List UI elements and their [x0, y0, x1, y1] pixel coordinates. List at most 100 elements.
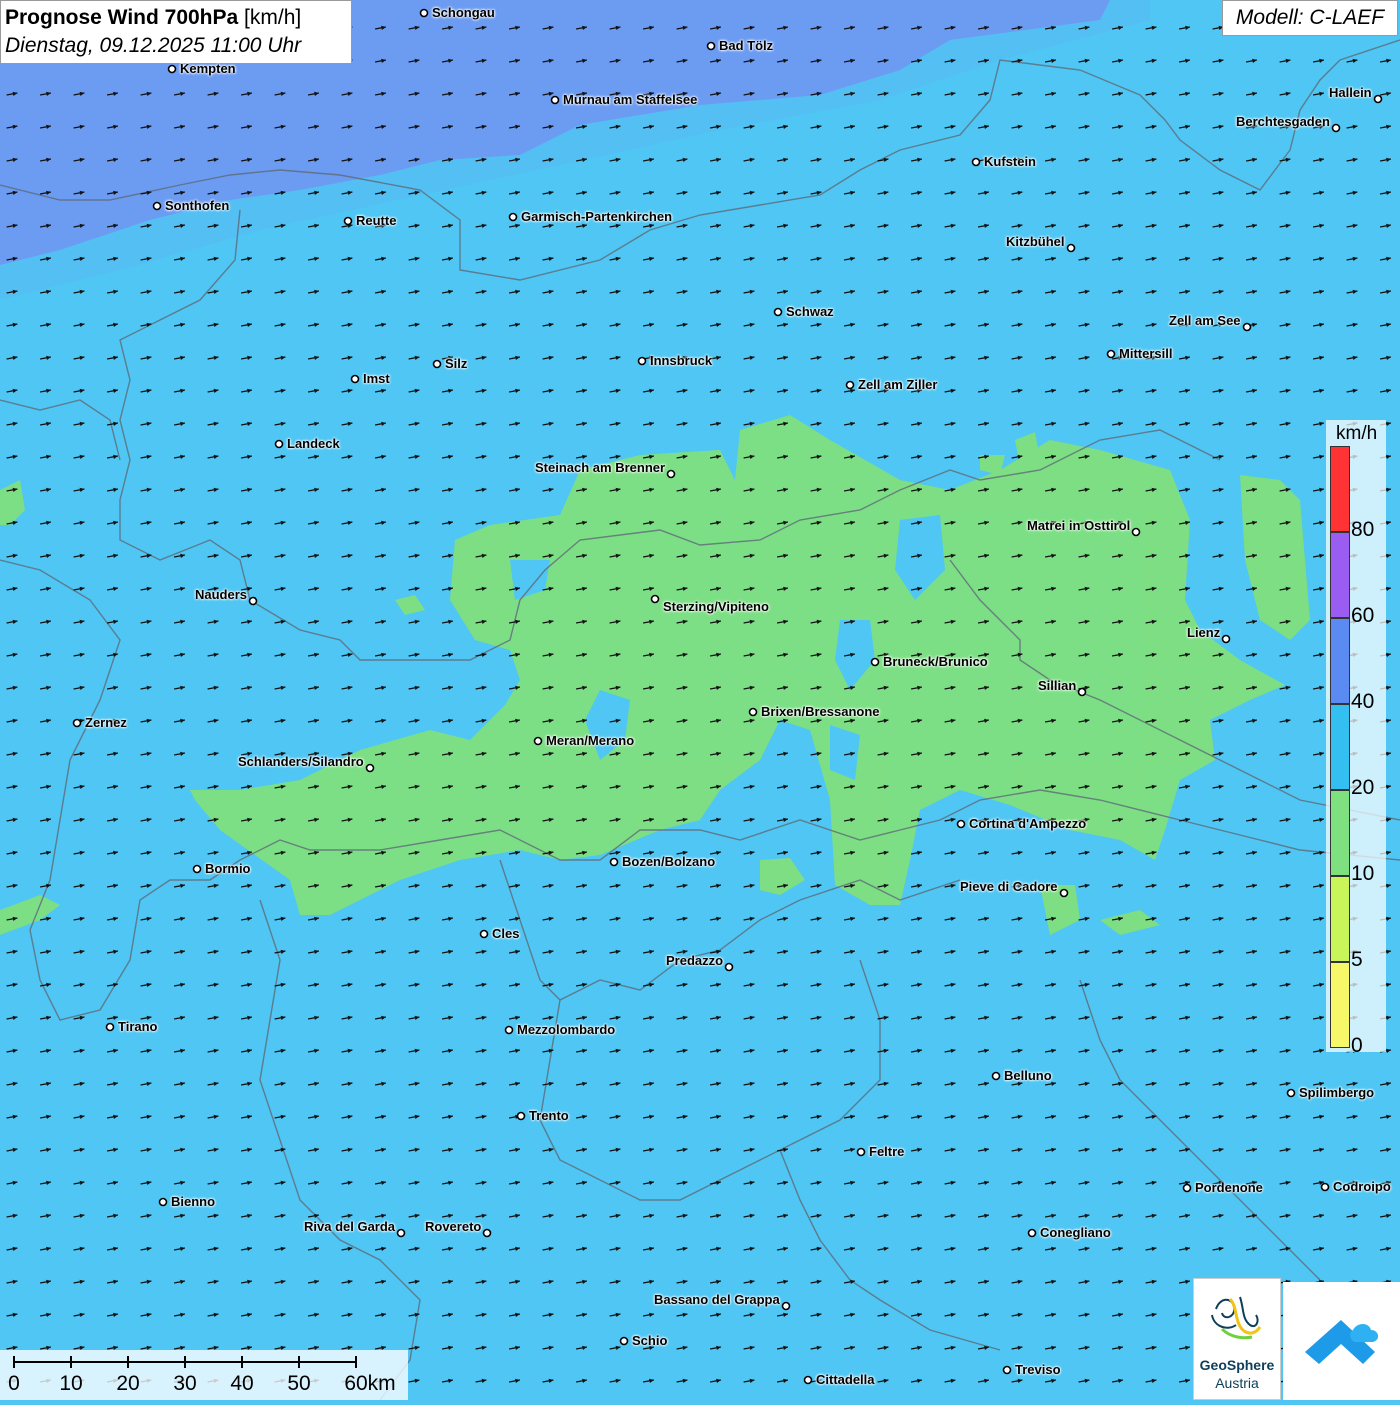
city-label[interactable]: Murnau am Staffelsee [563, 93, 697, 107]
city-label[interactable]: Silz [445, 357, 467, 371]
city-marker[interactable] [343, 216, 353, 226]
city-marker[interactable] [748, 707, 758, 717]
city-label[interactable]: Spilimbergo [1299, 1086, 1374, 1100]
city-label[interactable]: Tirano [118, 1020, 158, 1034]
city-marker[interactable] [479, 929, 489, 939]
city-marker[interactable] [956, 819, 966, 829]
city-marker[interactable] [419, 8, 429, 18]
city-marker[interactable] [773, 307, 783, 317]
city-marker[interactable] [1320, 1182, 1330, 1192]
city-label[interactable]: Garmisch-Partenkirchen [521, 210, 672, 224]
city-marker[interactable] [845, 380, 855, 390]
city-label[interactable]: Belluno [1004, 1069, 1052, 1083]
city-label[interactable]: Zell am See [1169, 314, 1241, 328]
city-label[interactable]: Mittersill [1119, 347, 1172, 361]
city-marker[interactable] [482, 1228, 492, 1238]
city-label[interactable]: Bad Tölz [719, 39, 773, 53]
city-marker[interactable] [706, 41, 716, 51]
city-marker[interactable] [167, 64, 177, 74]
city-marker[interactable] [803, 1375, 813, 1385]
city-label[interactable]: Landeck [287, 437, 340, 451]
city-label[interactable]: Pordenone [1195, 1181, 1263, 1195]
city-label[interactable]: Mezzolombardo [517, 1023, 615, 1037]
city-marker[interactable] [516, 1111, 526, 1121]
city-label[interactable]: Brixen/Bressanone [761, 705, 880, 719]
city-label[interactable]: Trento [529, 1109, 569, 1123]
city-label[interactable]: Conegliano [1040, 1226, 1111, 1240]
app-logo[interactable] [1283, 1282, 1400, 1400]
city-label[interactable]: Schongau [432, 6, 495, 20]
city-marker[interactable] [991, 1071, 1001, 1081]
city-marker[interactable] [350, 374, 360, 384]
city-marker[interactable] [1027, 1228, 1037, 1238]
city-marker[interactable] [550, 95, 560, 105]
city-label[interactable]: Treviso [1015, 1363, 1061, 1377]
city-label[interactable]: Sillian [1038, 679, 1076, 693]
city-label[interactable]: Bozen/Bolzano [622, 855, 715, 869]
city-marker[interactable] [1331, 123, 1341, 133]
city-label[interactable]: Sterzing/Vipiteno [663, 600, 769, 614]
city-marker[interactable] [1373, 94, 1383, 104]
city-marker[interactable] [1066, 243, 1076, 253]
city-label[interactable]: Meran/Merano [546, 734, 634, 748]
city-label[interactable]: Kempten [180, 62, 236, 76]
city-marker[interactable] [533, 736, 543, 746]
city-label[interactable]: Zell am Ziller [858, 378, 937, 392]
city-label[interactable]: Kitzbühel [1006, 235, 1065, 249]
city-marker[interactable] [1002, 1365, 1012, 1375]
city-label[interactable]: Hallein [1329, 86, 1372, 100]
city-marker[interactable] [432, 359, 442, 369]
city-marker[interactable] [192, 864, 202, 874]
city-label[interactable]: Schlanders/Silandro [238, 755, 364, 769]
city-marker[interactable] [508, 212, 518, 222]
city-marker[interactable] [105, 1022, 115, 1032]
city-marker[interactable] [158, 1197, 168, 1207]
city-marker[interactable] [637, 356, 647, 366]
city-label[interactable]: Schio [632, 1334, 667, 1348]
city-marker[interactable] [870, 657, 880, 667]
city-label[interactable]: Sonthofen [165, 199, 229, 213]
city-marker[interactable] [152, 201, 162, 211]
city-label[interactable]: Nauders [195, 588, 247, 602]
city-marker[interactable] [1077, 687, 1087, 697]
city-label[interactable]: Rovereto [425, 1220, 481, 1234]
city-marker[interactable] [619, 1336, 629, 1346]
city-marker[interactable] [971, 157, 981, 167]
city-marker[interactable] [724, 962, 734, 972]
city-marker[interactable] [1242, 322, 1252, 332]
city-label[interactable]: Zernez [85, 716, 127, 730]
city-label[interactable]: Cles [492, 927, 519, 941]
city-label[interactable]: Lienz [1187, 626, 1220, 640]
city-marker[interactable] [650, 594, 660, 604]
city-label[interactable]: Matrei in Osttirol [1027, 519, 1130, 533]
city-marker[interactable] [1131, 527, 1141, 537]
city-marker[interactable] [856, 1147, 866, 1157]
city-label[interactable]: Predazzo [666, 954, 723, 968]
city-label[interactable]: Feltre [869, 1145, 904, 1159]
city-marker[interactable] [1182, 1183, 1192, 1193]
city-marker[interactable] [365, 763, 375, 773]
city-marker[interactable] [274, 439, 284, 449]
geosphere-logo[interactable]: GeoSphere Austria [1193, 1278, 1281, 1400]
city-label[interactable]: Schwaz [786, 305, 834, 319]
city-label[interactable]: Bassano del Grappa [654, 1293, 780, 1307]
city-marker[interactable] [396, 1228, 406, 1238]
city-label[interactable]: Innsbruck [650, 354, 712, 368]
city-label[interactable]: Pieve di Cadore [960, 880, 1058, 894]
city-label[interactable]: Kufstein [984, 155, 1036, 169]
city-marker[interactable] [1059, 888, 1069, 898]
city-label[interactable]: Cittadella [816, 1373, 875, 1387]
city-marker[interactable] [609, 857, 619, 867]
city-label[interactable]: Imst [363, 372, 390, 386]
city-label[interactable]: Steinach am Brenner [535, 461, 665, 475]
city-marker[interactable] [72, 718, 82, 728]
city-marker[interactable] [666, 469, 676, 479]
city-label[interactable]: Berchtesgaden [1236, 115, 1330, 129]
city-label[interactable]: Codroipo [1333, 1180, 1391, 1194]
city-marker[interactable] [248, 596, 258, 606]
city-marker[interactable] [781, 1301, 791, 1311]
city-marker[interactable] [1106, 349, 1116, 359]
city-marker[interactable] [504, 1025, 514, 1035]
city-label[interactable]: Bruneck/Brunico [883, 655, 988, 669]
city-marker[interactable] [1221, 634, 1231, 644]
